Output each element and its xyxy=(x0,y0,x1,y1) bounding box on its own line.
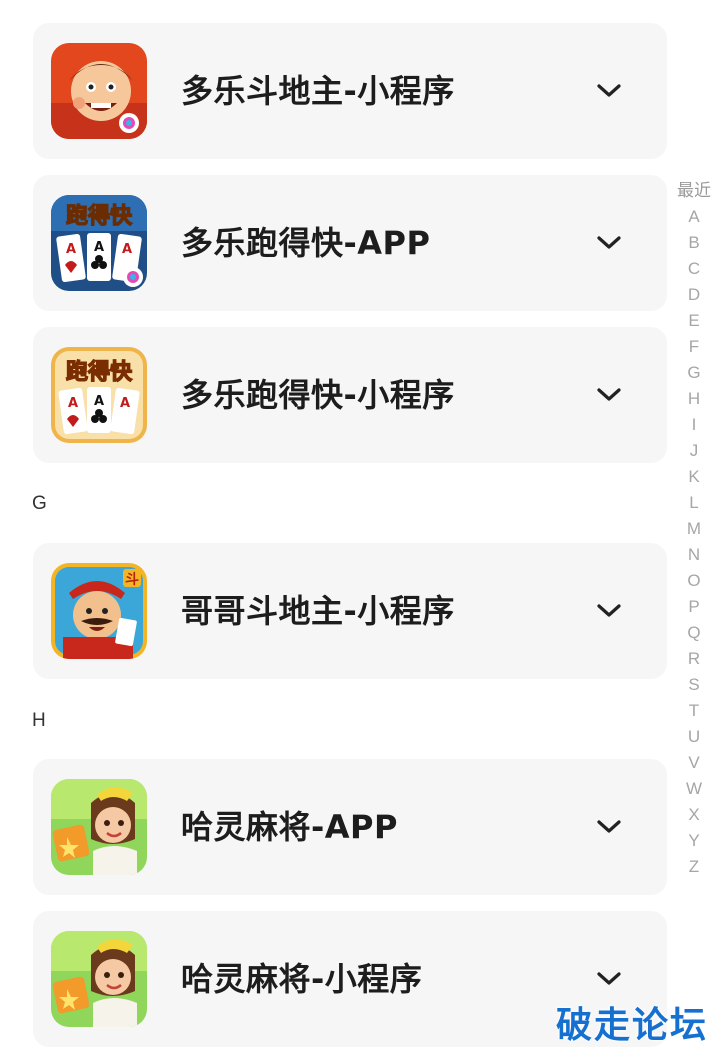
index-letter-p[interactable]: P xyxy=(670,594,718,620)
chevron-down-icon[interactable] xyxy=(593,963,625,995)
index-letter-t[interactable]: T xyxy=(670,698,718,724)
card-rank: A xyxy=(120,396,130,411)
paodekuai-app-icon: 跑得快 A A A xyxy=(51,195,147,291)
index-letter-l[interactable]: L xyxy=(670,490,718,516)
haling-mahjong-app-icon xyxy=(51,779,147,875)
index-letter-o[interactable]: O xyxy=(670,568,718,594)
index-letter-y[interactable]: Y xyxy=(670,828,718,854)
index-recent[interactable]: 最近 xyxy=(670,178,718,204)
index-letter-v[interactable]: V xyxy=(670,750,718,776)
icon-text-paodekuai: 跑得快 xyxy=(66,359,133,385)
game-title: 多乐斗地主-小程序 xyxy=(181,72,455,110)
chevron-down-icon[interactable] xyxy=(593,811,625,843)
card-rank: A xyxy=(94,240,104,255)
index-letter-u[interactable]: U xyxy=(670,724,718,750)
index-letter-c[interactable]: C xyxy=(670,256,718,282)
card-rank: A xyxy=(94,394,104,409)
index-letter-f[interactable]: F xyxy=(670,334,718,360)
watermark: 破走论坛 xyxy=(556,1005,709,1046)
section-header-g: G xyxy=(32,493,47,514)
index-letter-j[interactable]: J xyxy=(670,438,718,464)
game-item-card[interactable]: 多乐斗地主-小程序 xyxy=(33,23,667,159)
card-rank: A xyxy=(122,242,132,257)
index-letter-w[interactable]: W xyxy=(670,776,718,802)
index-letter-h[interactable]: H xyxy=(670,386,718,412)
index-letter-m[interactable]: M xyxy=(670,516,718,542)
game-title: 多乐跑得快-APP xyxy=(181,224,431,262)
index-letter-e[interactable]: E xyxy=(670,308,718,334)
index-letter-k[interactable]: K xyxy=(670,464,718,490)
index-letter-d[interactable]: D xyxy=(670,282,718,308)
index-letter-g[interactable]: G xyxy=(670,360,718,386)
chevron-down-icon[interactable] xyxy=(593,379,625,411)
game-title: 哈灵麻将-APP xyxy=(181,808,398,846)
index-letter-a[interactable]: A xyxy=(670,204,718,230)
card-rank: A xyxy=(66,242,76,257)
paodekuai-mini-icon: 跑得快 A A A xyxy=(51,347,147,443)
index-letter-b[interactable]: B xyxy=(670,230,718,256)
card-rank: A xyxy=(68,396,78,411)
game-title: 多乐跑得快-小程序 xyxy=(181,376,455,414)
index-letter-n[interactable]: N xyxy=(670,542,718,568)
game-item-card[interactable]: 跑得快 A A A 多乐跑得快-小程序 xyxy=(33,327,667,463)
icon-text-paodekuai: 跑得快 xyxy=(66,203,133,229)
doudizhu-icon xyxy=(51,43,147,139)
index-letter-i[interactable]: I xyxy=(670,412,718,438)
game-title: 哥哥斗地主-小程序 xyxy=(181,592,455,630)
index-letter-q[interactable]: Q xyxy=(670,620,718,646)
section-header-h: H xyxy=(32,710,46,731)
gege-doudizhu-icon: 斗 xyxy=(51,563,147,659)
game-item-card[interactable]: 跑得快 A A A 多乐跑得快-APP xyxy=(33,175,667,311)
chevron-down-icon[interactable] xyxy=(593,75,625,107)
index-letter-r[interactable]: R xyxy=(670,646,718,672)
haling-mahjong-mini-icon xyxy=(51,931,147,1027)
game-item-card[interactable]: 斗 哥哥斗地主-小程序 xyxy=(33,543,667,679)
index-letter-s[interactable]: S xyxy=(670,672,718,698)
icon-text-dou: 斗 xyxy=(125,572,139,588)
alphabet-index[interactable]: 最近 A B C D E F G H I J K L M N O P Q R S… xyxy=(670,178,718,880)
index-letter-z[interactable]: Z xyxy=(670,854,718,880)
index-letter-x[interactable]: X xyxy=(670,802,718,828)
game-title: 哈灵麻将-小程序 xyxy=(181,960,423,998)
chevron-down-icon[interactable] xyxy=(593,595,625,627)
game-item-card[interactable]: 哈灵麻将-APP xyxy=(33,759,667,895)
chevron-down-icon[interactable] xyxy=(593,227,625,259)
